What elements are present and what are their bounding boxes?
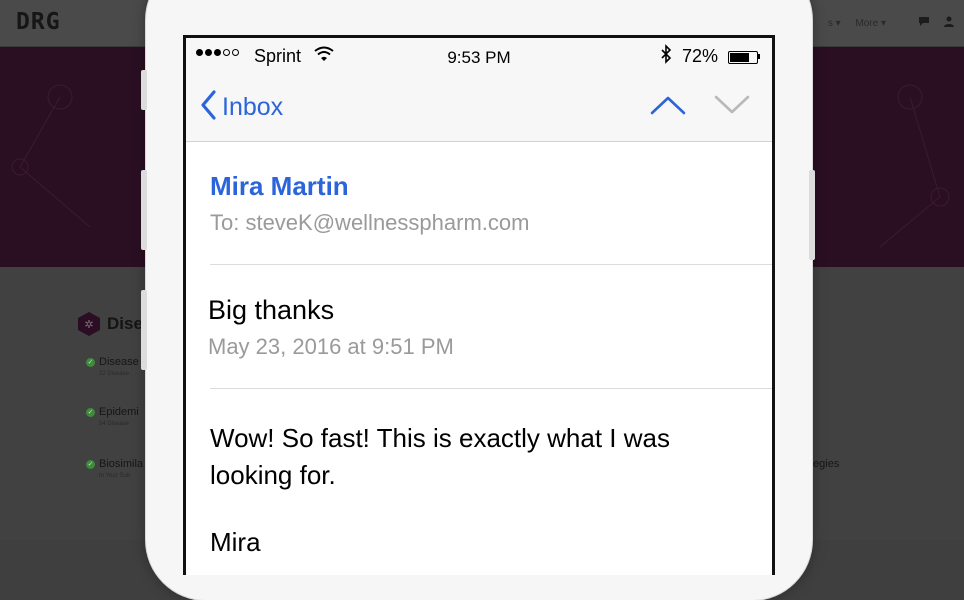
section-title: ✲ Dise — [78, 312, 143, 336]
chevron-left-icon — [200, 90, 216, 125]
phone-side-button — [141, 70, 147, 110]
battery-tip — [758, 54, 760, 59]
list-item[interactable]: ✓ Epidemi 54 Disease — [86, 406, 139, 427]
mail-app: Sprint 9:53 PM 72% Inbox Mira Martin To:… — [186, 38, 772, 575]
status-bar: Sprint 9:53 PM 72% — [186, 38, 772, 74]
list-item-label: Epidemi — [99, 406, 139, 418]
recipient-line[interactable]: To: steveK@wellnesspharm.com — [210, 210, 529, 236]
bluetooth-icon — [660, 44, 672, 69]
battery-icon — [728, 51, 758, 64]
list-item-label: Biosimila — [99, 458, 144, 470]
site-logo[interactable]: DRG — [16, 9, 61, 35]
phone-side-button — [141, 290, 147, 370]
check-circle-icon: ✓ — [86, 407, 95, 417]
site-icons — [908, 15, 954, 30]
message-subject: Big thanks — [208, 295, 335, 325]
chevron-down-icon[interactable] — [714, 94, 750, 121]
check-circle-icon: ✓ — [86, 459, 95, 469]
subject-block: Big thanks May 23, 2016 at 9:51 PM — [208, 295, 454, 360]
back-to-inbox-button[interactable]: Inbox — [200, 90, 283, 125]
list-item-sub: 54 Disease — [99, 421, 130, 427]
check-circle-icon: ✓ — [86, 357, 95, 367]
chevron-up-icon[interactable] — [650, 94, 686, 121]
list-item-sub: 22 Disease — [99, 371, 130, 377]
battery-level — [730, 53, 749, 62]
phone-screen: Sprint 9:53 PM 72% Inbox Mira Martin To:… — [183, 35, 775, 575]
navigation-bar: Sprint 9:53 PM 72% Inbox — [186, 38, 772, 142]
list-item[interactable]: ✓ Biosimila In Your Sub — [86, 458, 143, 479]
site-nav-more[interactable]: More ▾ — [855, 18, 886, 29]
battery-percentage: 72% — [682, 46, 719, 66]
user-icon[interactable] — [944, 15, 954, 30]
back-label: Inbox — [222, 93, 284, 121]
chat-icon[interactable] — [918, 15, 934, 30]
divider — [210, 388, 772, 389]
phone-power-button — [809, 170, 815, 260]
list-item[interactable]: ✓ Disease 22 Disease — [86, 356, 139, 377]
site-nav-item[interactable]: s ▾ — [828, 18, 841, 29]
message-signoff: Mira — [210, 527, 261, 557]
hexagon-icon: ✲ — [78, 312, 100, 336]
message-header: Mira Martin To: steveK@wellnesspharm.com — [210, 171, 529, 236]
site-right-text: tegies — [810, 458, 840, 470]
list-item-sub: In Your Sub — [99, 473, 131, 479]
sender-name[interactable]: Mira Martin — [210, 171, 529, 202]
message-body: Wow! So fast! This is exactly what I was… — [210, 423, 670, 490]
phone-side-button — [141, 170, 147, 250]
site-nav: s ▾ More ▾ — [816, 18, 886, 29]
list-item-label: Disease — [99, 356, 139, 368]
divider — [210, 264, 772, 265]
message-date: May 23, 2016 at 9:51 PM — [208, 334, 454, 359]
section-title-text: Dise — [107, 314, 143, 333]
